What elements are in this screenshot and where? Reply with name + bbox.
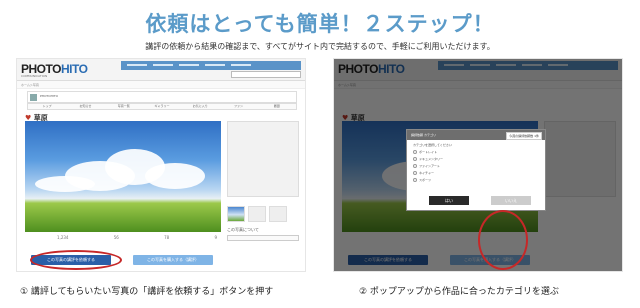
thumbnail[interactable] (269, 206, 287, 222)
profile-tabs: トップ お知らせ 写真一覧 ギャラリー お気に入り ファン 履歴 (27, 103, 297, 110)
rating-label: この写真について (227, 227, 259, 232)
modal-title: 講評依頼 カテゴリ (411, 133, 436, 137)
radio-icon[interactable] (413, 157, 417, 161)
tab-history[interactable]: 履歴 (258, 104, 296, 109)
stat-favorites: 9 (214, 235, 217, 240)
modal-prompt: カテゴリを選択してください (413, 143, 452, 147)
highlight-circle (30, 250, 122, 270)
category-option[interactable]: ファインアート (413, 164, 539, 168)
username[interactable]: PHOTOHITO (40, 94, 58, 98)
step2-screenshot: PHOTOHITO ホーム＞写真 ♥ 草原 この写真の講評を依頼する この写真を… (333, 58, 623, 272)
thumbnail[interactable] (248, 206, 266, 222)
step2-caption: ② ポップアップから作品に合ったカテゴリを選ぶ (359, 287, 559, 297)
tab-news[interactable]: お知らせ (66, 104, 104, 109)
modal-actions: はい いいえ (429, 196, 531, 205)
photo-sidebar (227, 121, 299, 197)
radio-icon[interactable] (413, 150, 417, 154)
stat-likes: 78 (164, 235, 170, 240)
confirm-button[interactable]: はい (429, 196, 469, 205)
highlight-circle (478, 210, 528, 270)
cancel-button[interactable]: いいえ (491, 196, 531, 205)
stat-comments: 56 (113, 235, 119, 240)
buy-photo-button[interactable]: この写真を購入する（講評） (133, 255, 213, 265)
avatar[interactable] (30, 94, 37, 101)
category-modal: 講評依頼 カテゴリ 今週の講評依頼数 1件 カテゴリを選択してください ポートレ… (406, 129, 546, 270)
thumbnail[interactable] (227, 206, 245, 222)
category-option[interactable]: ネイチャー (413, 171, 539, 175)
logo-subtext: COMMUNICATION (21, 74, 48, 78)
modal-header: 講評依頼 カテゴリ 今週の講評依頼数 1件 (407, 130, 545, 140)
thumbnail-strip (227, 206, 287, 222)
top-nav-bar[interactable] (121, 61, 301, 70)
user-card: PHOTOHITO (27, 91, 297, 103)
step1-caption: ① 講評してもらいたい写真の「講評を依頼する」ボタンを押す (20, 287, 274, 297)
page-subtitle: 講評の依頼から結果の確認まで、すべてがサイト内で完結するので、手軽にご利用いただ… (145, 42, 495, 51)
request-count-badge: 今週の講評依頼数 1件 (506, 132, 542, 140)
step1-screenshot: PHOTOHITO COMMUNICATION ホーム＞写真 PHOTOHITO… (16, 58, 306, 272)
tab-top[interactable]: トップ (28, 104, 66, 109)
search-input[interactable] (231, 71, 301, 78)
radio-icon[interactable] (413, 164, 417, 168)
page-title: 依頼はとっても簡単！２ステップ！ (145, 12, 495, 36)
category-option[interactable]: スポーツ (413, 178, 539, 182)
main-photo[interactable] (25, 121, 221, 232)
photo-stats: 1,234 56 78 9 (57, 235, 217, 240)
category-option[interactable]: ドキュメンタリー (413, 157, 539, 161)
radio-icon[interactable] (413, 171, 417, 175)
breadcrumb[interactable]: ホーム＞写真 (17, 81, 305, 89)
tab-fans[interactable]: ファン (219, 104, 257, 109)
radio-icon[interactable] (413, 178, 417, 182)
rating-box: この写真について (227, 227, 299, 241)
category-option[interactable]: ポートレイト (413, 150, 539, 154)
tab-favorites[interactable]: お気に入り (181, 104, 219, 109)
stat-views: 1,234 (57, 235, 69, 240)
modal-body: カテゴリを選択してください ポートレイト ドキュメンタリー ファインアート ネイ… (407, 140, 545, 185)
site-header: PHOTOHITO COMMUNICATION (17, 59, 305, 81)
tab-photos[interactable]: 写真一覧 (105, 104, 143, 109)
rating-bar[interactable] (227, 235, 299, 241)
tab-gallery[interactable]: ギャラリー (143, 104, 181, 109)
